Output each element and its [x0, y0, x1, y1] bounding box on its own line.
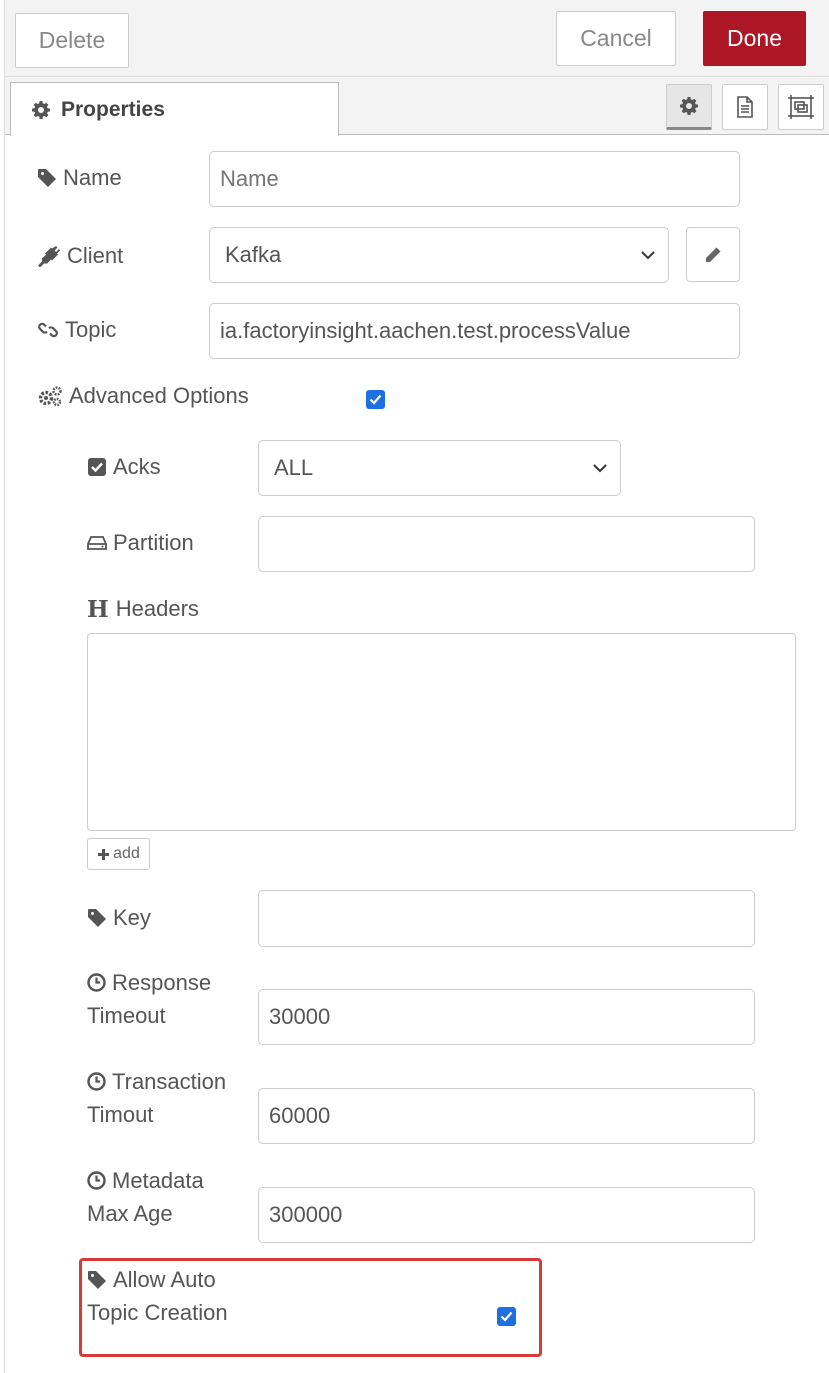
- tab-properties-label: Properties: [61, 97, 165, 121]
- acks-select-value: ALL: [274, 455, 314, 480]
- cancel-button[interactable]: Cancel: [556, 11, 676, 66]
- metadata-max-age-label-line2: Max Age: [87, 1201, 173, 1226]
- add-header-button[interactable]: add: [87, 838, 150, 870]
- checkmark-icon: [500, 1311, 513, 1322]
- topic-label-text: Topic: [65, 317, 117, 342]
- metadata-max-age-input[interactable]: 300000: [258, 1187, 755, 1243]
- name-label: Name: [37, 163, 122, 193]
- advanced-options-label-text: Advanced Options: [69, 383, 249, 408]
- metadata-max-age-label: Metadata Max Age: [87, 1164, 204, 1230]
- done-button[interactable]: Done: [703, 11, 806, 66]
- clock-icon: [87, 1072, 106, 1091]
- topic-input[interactable]: ia.factoryinsight.aachen.test.processVal…: [209, 303, 740, 359]
- name-label-text: Name: [63, 165, 122, 190]
- gear-icon: [32, 100, 50, 119]
- partition-input[interactable]: [258, 516, 755, 572]
- document-icon: [737, 96, 753, 118]
- transaction-timeout-label: Transaction Timout: [87, 1065, 226, 1131]
- tab-bar: Properties: [5, 77, 829, 136]
- hard-drive-icon: [87, 536, 107, 550]
- link-icon: [38, 322, 58, 338]
- topic-label: Topic: [37, 315, 116, 345]
- checkbox-icon: [88, 458, 106, 476]
- gear-icon: [680, 97, 698, 115]
- response-timeout-label-line2: Timeout: [87, 1003, 166, 1028]
- partition-label: Partition: [87, 528, 194, 558]
- metadata-max-age-value: 300000: [269, 1202, 343, 1227]
- plug-icon: [38, 246, 60, 267]
- transaction-timeout-label-line1: Transaction: [112, 1069, 227, 1094]
- tag-icon: [88, 909, 106, 927]
- delete-button[interactable]: Delete: [15, 13, 129, 68]
- tab-appearance-button[interactable]: [778, 84, 824, 130]
- client-label-text: Client: [67, 243, 124, 268]
- topic-input-value: ia.factoryinsight.aachen.test.processVal…: [220, 318, 631, 343]
- key-input[interactable]: [258, 890, 755, 947]
- gears-icon: [38, 386, 62, 407]
- checkmark-icon: [369, 394, 382, 405]
- partition-label-text: Partition: [113, 530, 194, 555]
- advanced-options-checkbox[interactable]: [366, 390, 385, 409]
- auto-topic-label: Allow Auto Topic Creation: [87, 1263, 228, 1329]
- transaction-timeout-label-line2: Timout: [87, 1102, 154, 1127]
- auto-topic-label-line1: Allow Auto: [113, 1267, 216, 1292]
- name-input[interactable]: [209, 151, 740, 207]
- editor-toolbar: Delete Cancel Done: [5, 0, 829, 77]
- acks-label-text: Acks: [113, 454, 161, 479]
- tag-icon: [38, 169, 56, 187]
- panel-border: [4, 0, 5, 1373]
- tab-properties[interactable]: Properties: [10, 82, 339, 136]
- response-timeout-value: 30000: [269, 1004, 331, 1029]
- headers-label: H Headers: [87, 594, 199, 624]
- headers-label-text: Headers: [115, 596, 199, 621]
- key-label-text: Key: [113, 905, 151, 930]
- acks-label: Acks: [87, 452, 161, 482]
- client-select[interactable]: Kafka: [209, 227, 669, 283]
- headers-list[interactable]: [87, 633, 796, 831]
- response-timeout-label-line1: Response: [112, 970, 212, 995]
- response-timeout-input[interactable]: 30000: [258, 989, 755, 1045]
- clock-icon: [87, 973, 106, 992]
- auto-topic-checkbox[interactable]: [497, 1307, 516, 1326]
- auto-topic-label-line2: Topic Creation: [87, 1300, 228, 1325]
- clock-icon: [87, 1171, 106, 1190]
- acks-select[interactable]: ALL: [258, 440, 621, 496]
- pencil-icon: [706, 247, 721, 262]
- tab-settings-button[interactable]: [666, 84, 712, 130]
- response-timeout-label: Response Timeout: [87, 966, 211, 1032]
- chevron-down-icon: [593, 464, 607, 473]
- header-h-icon: H: [87, 595, 109, 623]
- client-select-value: Kafka: [225, 242, 282, 267]
- key-label: Key: [87, 903, 151, 933]
- edit-client-button[interactable]: [686, 227, 740, 282]
- client-label: Client: [37, 241, 123, 271]
- chevron-down-icon: [641, 251, 655, 260]
- advanced-options-label: Advanced Options: [37, 381, 249, 411]
- tab-description-button[interactable]: [722, 84, 768, 130]
- plus-icon: [98, 848, 110, 860]
- frame-icon: [788, 95, 814, 119]
- tag-icon: [88, 1270, 106, 1289]
- add-header-label: add: [113, 845, 140, 862]
- transaction-timeout-value: 60000: [269, 1103, 331, 1128]
- metadata-max-age-label-line1: Metadata: [112, 1168, 204, 1193]
- transaction-timeout-input[interactable]: 60000: [258, 1088, 755, 1144]
